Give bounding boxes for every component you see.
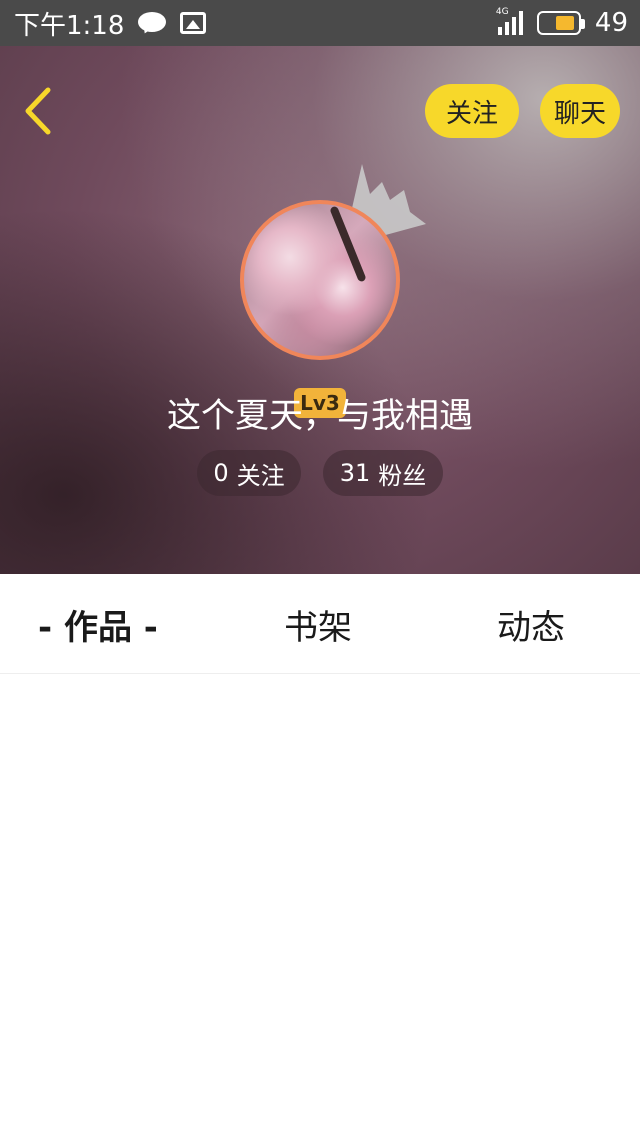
following-stat[interactable]: 0 关注 <box>197 450 301 496</box>
fans-label: 粉丝 <box>378 461 427 490</box>
status-right: 4G 49 <box>496 7 628 38</box>
chat-bubble-icon <box>138 12 167 36</box>
username: 这个夏天，与我相遇 <box>167 396 473 436</box>
tab-moments[interactable]: 动态 <box>497 600 565 649</box>
gallery-icon <box>180 12 207 34</box>
status-left: 下午1:18 <box>14 5 207 42</box>
network-type: 4G <box>495 7 509 17</box>
battery-level: 49 <box>594 8 628 38</box>
status-time: 下午1:18 <box>14 10 125 41</box>
tab-bookshelf[interactable]: 书架 <box>284 600 352 649</box>
following-count: 0 <box>213 459 229 487</box>
avatar[interactable] <box>240 200 400 360</box>
tab-works[interactable]: - 作品 - <box>38 600 158 649</box>
chevron-left-icon <box>25 87 51 135</box>
content-area <box>0 675 640 1138</box>
avatar-wrap[interactable] <box>240 200 400 360</box>
tab-bar: - 作品 - 书架 动态 <box>0 574 640 674</box>
battery-icon <box>536 11 585 35</box>
chat-button[interactable]: 聊天 <box>540 84 620 138</box>
fans-count: 31 <box>339 459 371 487</box>
signal-icon: 4G <box>496 7 523 35</box>
stats-row: 0 关注 31 粉丝 <box>0 450 640 496</box>
following-label: 关注 <box>236 461 285 490</box>
fans-stat[interactable]: 31 粉丝 <box>323 450 443 496</box>
status-bar: 下午1:18 4G 49 <box>0 0 640 46</box>
back-button[interactable] <box>20 86 60 136</box>
follow-button[interactable]: 关注 <box>425 84 519 138</box>
profile-header: 关注 聊天 Lv3 这个夏天，与我相遇 0 关注 31 粉丝 <box>0 46 640 574</box>
